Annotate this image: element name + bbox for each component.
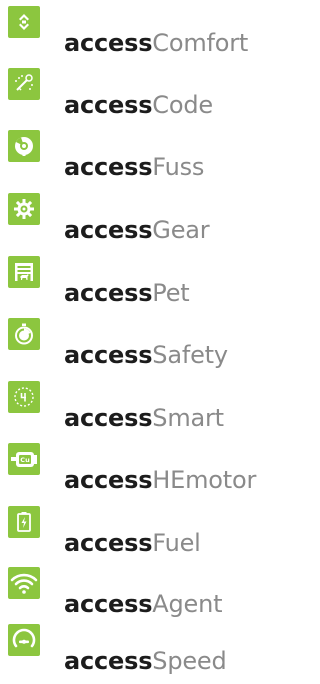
label-prefix: access — [64, 590, 153, 618]
list-item-smart: accessSmart — [0, 381, 298, 441]
label-prefix: access — [64, 29, 153, 57]
label-suffix: Agent — [152, 590, 223, 618]
item-label: accessSpeed — [64, 647, 227, 675]
gear-icon — [8, 193, 40, 225]
item-label: accessSafety — [64, 341, 228, 369]
item-label: accessFuss — [64, 153, 204, 181]
label-suffix: Fuel — [152, 529, 201, 557]
smart-digit-icon — [8, 381, 40, 413]
label-prefix: access — [64, 341, 153, 369]
list-item-agent: accessAgent — [0, 567, 298, 627]
pet-door-icon — [8, 256, 40, 288]
motor-cu-icon: Cu — [8, 443, 40, 475]
item-label: accessGear — [64, 216, 210, 244]
key-code-icon — [8, 68, 40, 100]
list-item-pet: accessPet — [0, 256, 298, 316]
label-suffix: Speed — [152, 647, 227, 675]
list-item-gear: accessGear — [0, 193, 298, 253]
label-prefix: access — [64, 647, 153, 675]
list-item-code: accessCode — [0, 68, 298, 128]
item-label: accessCode — [64, 91, 213, 119]
label-prefix: access — [64, 91, 153, 119]
item-label: accessPet — [64, 279, 190, 307]
label-prefix: access — [64, 216, 153, 244]
list-item-speed: accessSpeed — [0, 624, 298, 684]
item-label: accessFuel — [64, 529, 201, 557]
label-suffix: Smart — [152, 404, 224, 432]
label-suffix: Safety — [152, 341, 228, 369]
label-prefix: access — [64, 404, 153, 432]
list-item-fuss: accessFuss — [0, 130, 298, 190]
battery-fuel-icon — [8, 506, 40, 538]
item-label: accessHEmotor — [64, 466, 256, 494]
item-label: accessAgent — [64, 590, 223, 618]
svg-text:Cu: Cu — [20, 456, 30, 464]
item-label: accessComfort — [64, 29, 248, 57]
list-item-safety: accessSafety — [0, 318, 298, 378]
list-item-fuel: accessFuel — [0, 506, 298, 566]
label-suffix: Code — [152, 91, 213, 119]
fuss-icon — [8, 130, 40, 162]
label-prefix: access — [64, 279, 153, 307]
label-suffix: Pet — [152, 279, 190, 307]
label-suffix: Comfort — [152, 29, 249, 57]
wifi-icon — [8, 567, 40, 599]
label-prefix: access — [64, 529, 153, 557]
label-prefix: access — [64, 153, 153, 181]
chevrons-up-down-icon — [8, 6, 40, 38]
label-suffix: HEmotor — [152, 466, 257, 494]
label-suffix: Fuss — [152, 153, 205, 181]
label-prefix: access — [64, 466, 153, 494]
list-item-hemotor: Cu accessHEmotor — [0, 443, 298, 503]
speedometer-icon — [8, 624, 40, 656]
stopwatch-icon — [8, 318, 40, 350]
item-label: accessSmart — [64, 404, 224, 432]
label-suffix: Gear — [152, 216, 210, 244]
list-item-comfort: accessComfort — [0, 6, 298, 66]
